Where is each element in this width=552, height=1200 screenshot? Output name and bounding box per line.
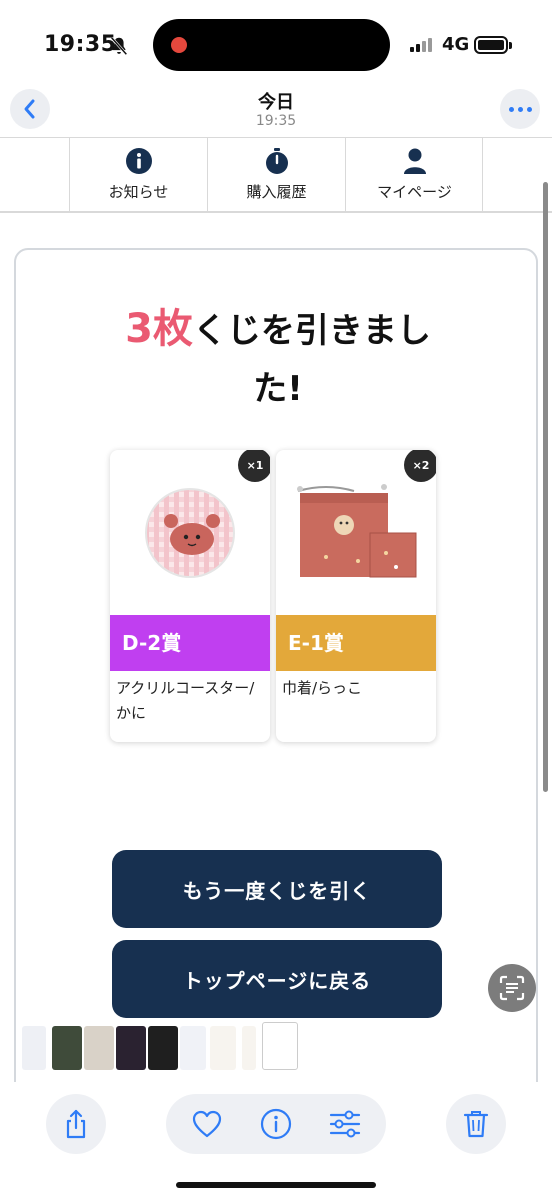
- ticket-count: 3枚: [125, 306, 193, 352]
- home-indicator: [176, 1182, 376, 1188]
- tab-divider: [482, 138, 483, 211]
- more-button[interactable]: [500, 89, 540, 129]
- adjust-icon: [329, 1110, 361, 1138]
- action-pill: [166, 1094, 386, 1154]
- tab-purchase-history[interactable]: 購入履歴: [207, 138, 345, 211]
- thumbnail[interactable]: [180, 1026, 206, 1070]
- trash-icon: [463, 1111, 489, 1138]
- nav-title: 今日: [258, 92, 294, 113]
- heart-icon: [192, 1110, 222, 1138]
- dynamic-island: [153, 19, 390, 71]
- thumbnail[interactable]: [116, 1026, 146, 1070]
- draw-again-button[interactable]: もう一度くじを引く: [112, 850, 442, 928]
- thumbnail[interactable]: [242, 1026, 256, 1070]
- share-icon: [66, 1109, 86, 1139]
- quantity-badge: ×1: [238, 450, 270, 482]
- signal-icon: [410, 38, 432, 52]
- bottom-toolbar: [0, 1082, 552, 1200]
- tab-mypage-label: マイページ: [377, 183, 452, 201]
- result-headline: 3枚くじを引きまし た!: [56, 300, 500, 418]
- delete-button[interactable]: [446, 1094, 506, 1154]
- recording-dot-icon: [171, 37, 187, 53]
- favorite-button[interactable]: [190, 1107, 224, 1141]
- tab-purchase-history-label: 購入履歴: [246, 183, 307, 201]
- info-icon: [260, 1108, 292, 1140]
- adjust-button[interactable]: [328, 1107, 362, 1141]
- back-to-top-button[interactable]: トップページに戻る: [112, 940, 442, 1018]
- network-type: 4G: [442, 34, 470, 55]
- nav-bar: 今日 19:35: [0, 84, 552, 138]
- thumbnail-selected[interactable]: [262, 1022, 298, 1070]
- status-time: 19:35: [44, 32, 117, 57]
- web-content: お知らせ 購入履歴 マイページ 3枚くじを引きまし た! ×1 D-2賞 アクリ…: [0, 138, 552, 1082]
- prize-name: 巾着/らっこ: [282, 679, 363, 697]
- thumbnail[interactable]: [148, 1026, 178, 1070]
- site-tabs: お知らせ 購入履歴 マイページ: [0, 138, 552, 213]
- prize-name: アクリルコースター/かに: [116, 679, 255, 722]
- share-button[interactable]: [46, 1094, 106, 1154]
- stopwatch-icon: [265, 148, 288, 174]
- prize-card[interactable]: ×1 D-2賞 アクリルコースター/かに: [110, 450, 270, 742]
- tab-notices-label: お知らせ: [108, 183, 169, 201]
- silent-bell-icon: [110, 36, 128, 56]
- prize-card[interactable]: ×2 E-1賞 巾着/らっこ: [276, 450, 436, 742]
- quantity-badge: ×2: [404, 450, 436, 482]
- scrollbar[interactable]: [543, 182, 548, 792]
- nav-subtitle: 19:35: [255, 113, 297, 129]
- tab-notices[interactable]: お知らせ: [69, 138, 207, 211]
- headline-line2: た!: [253, 369, 303, 409]
- tab-mypage[interactable]: マイページ: [345, 138, 483, 211]
- battery-icon: [474, 36, 512, 54]
- coaster-crab-image: [145, 487, 235, 578]
- ellipsis-icon: [508, 106, 514, 112]
- live-text-button[interactable]: [488, 964, 536, 1012]
- thumbnail[interactable]: [210, 1026, 236, 1070]
- thumbnail[interactable]: [52, 1026, 82, 1070]
- headline-line1: くじを引きまし: [192, 311, 431, 351]
- text-scan-icon: [499, 975, 525, 1001]
- info-circle-icon: [125, 148, 152, 174]
- thumbnail-strip: [0, 1022, 552, 1072]
- prize-rank: E-1賞: [276, 615, 436, 671]
- thumbnail[interactable]: [22, 1026, 46, 1070]
- drawstring-bag-image: [297, 483, 417, 577]
- result-card: 3枚くじを引きまし た! ×1 D-2賞 アクリルコースター/かに ×2 E-1…: [14, 248, 538, 1082]
- thumbnail[interactable]: [84, 1026, 114, 1070]
- person-icon: [403, 148, 426, 174]
- status-bar: 19:35 4G: [0, 0, 552, 84]
- prize-rank: D-2賞: [110, 615, 270, 671]
- info-button[interactable]: [259, 1107, 293, 1141]
